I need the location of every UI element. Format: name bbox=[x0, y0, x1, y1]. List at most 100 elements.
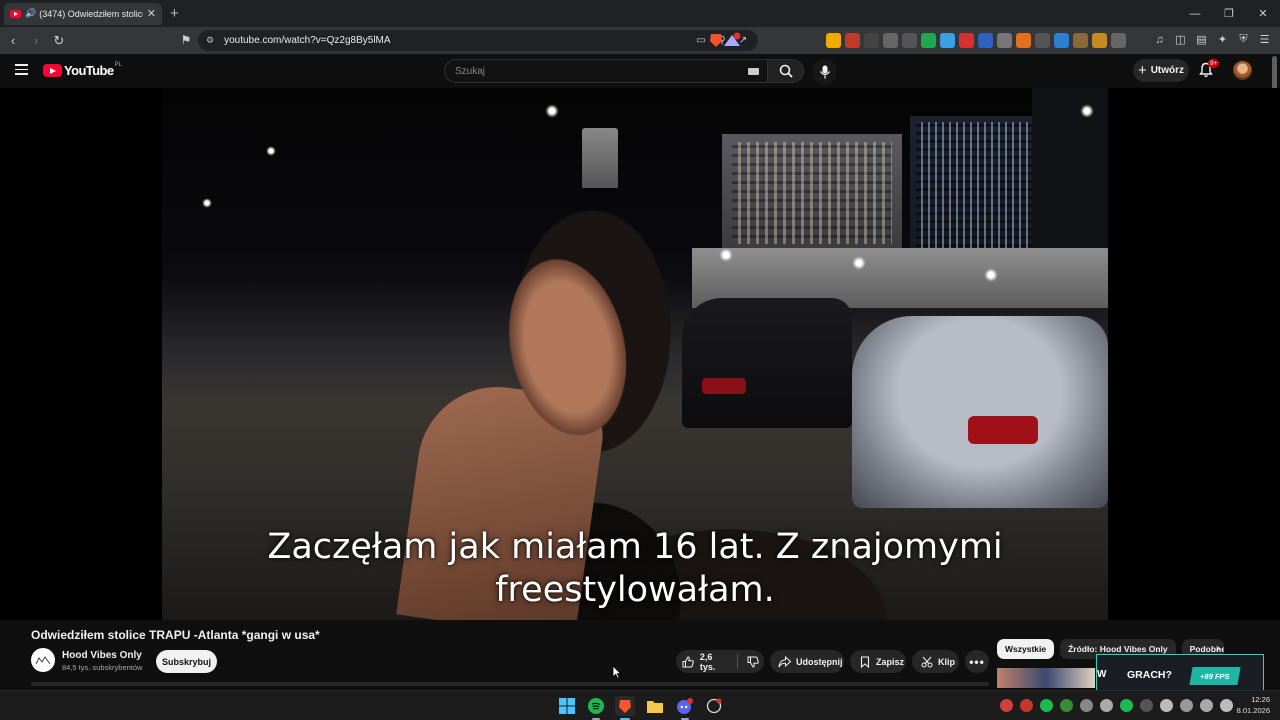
scissors-icon bbox=[920, 655, 933, 668]
extension-icon[interactable] bbox=[902, 33, 917, 48]
tray-icon[interactable] bbox=[1000, 699, 1013, 712]
create-button[interactable]: + Utwórz bbox=[1133, 59, 1189, 82]
extension-icon[interactable] bbox=[1054, 33, 1069, 48]
address-bar[interactable]: ⚙ youtube.com/watch?v=Qz2g8By5lMA ▭ ⚲ ↗ bbox=[198, 30, 758, 51]
restore-icon[interactable]: ❐ bbox=[1212, 0, 1246, 27]
menu-icon[interactable]: ☰ bbox=[1257, 32, 1272, 47]
tray-icon[interactable] bbox=[1120, 699, 1133, 712]
tray-icon[interactable] bbox=[1020, 699, 1033, 712]
tray-icon[interactable] bbox=[1040, 699, 1053, 712]
tab-title: (3474) Odwiedziłem stolice TRAPU -Atlant… bbox=[39, 8, 143, 19]
notifications-button[interactable]: 9+ bbox=[1199, 59, 1220, 80]
keyboard-icon[interactable] bbox=[748, 68, 759, 75]
cast-icon[interactable]: ▭ bbox=[694, 33, 708, 47]
save-button[interactable]: Zapisz bbox=[850, 650, 906, 673]
channel-name[interactable]: Hood Vibes Only bbox=[62, 650, 142, 661]
tray-icon[interactable] bbox=[1160, 699, 1173, 712]
voice-search-button[interactable] bbox=[812, 59, 837, 84]
taskbar-file-explorer[interactable] bbox=[645, 696, 665, 716]
tray-icon[interactable] bbox=[1220, 699, 1233, 712]
minimize-icon[interactable]: — bbox=[1178, 0, 1212, 27]
extension-icon[interactable] bbox=[883, 33, 898, 48]
recommended-video-thumbnail[interactable] bbox=[997, 668, 1095, 688]
media-icon[interactable]: ♫ bbox=[1152, 32, 1167, 47]
extension-icon[interactable] bbox=[997, 33, 1012, 48]
leo-ai-icon[interactable]: ✦ bbox=[1215, 32, 1230, 47]
video-scene-car bbox=[852, 316, 1108, 508]
start-button[interactable] bbox=[557, 696, 577, 716]
extension-icon[interactable] bbox=[921, 33, 936, 48]
video-scene-light bbox=[545, 104, 559, 118]
share-button[interactable]: Udostępnij bbox=[770, 650, 844, 673]
extension-icon[interactable] bbox=[845, 33, 860, 48]
video-scene-building bbox=[722, 134, 902, 252]
bookmark-icon[interactable]: ⚑ bbox=[178, 32, 194, 48]
wallet-icon[interactable]: ▤ bbox=[1194, 32, 1209, 47]
system-clock[interactable]: 12:26 8.01.2026 bbox=[1237, 694, 1270, 716]
search-button[interactable] bbox=[768, 59, 804, 83]
youtube-play-icon bbox=[43, 64, 62, 77]
taskbar-discord[interactable] bbox=[675, 696, 695, 720]
extension-icon[interactable] bbox=[1111, 33, 1126, 48]
taskbar-app[interactable] bbox=[704, 696, 724, 716]
speaker-icon[interactable]: 🔊 bbox=[25, 8, 36, 19]
chips-next-icon[interactable]: › bbox=[1216, 641, 1220, 655]
share-label: Udostępnij bbox=[796, 656, 843, 667]
like-button[interactable] bbox=[682, 655, 695, 668]
extension-icon[interactable] bbox=[1073, 33, 1088, 48]
video-player[interactable]: Zaczęłam jak miałam 16 lat. Z znajomymi … bbox=[0, 88, 1280, 620]
vpn-shield-icon[interactable]: ⛨ bbox=[1236, 32, 1251, 47]
brave-shields-icon[interactable] bbox=[708, 32, 742, 48]
back-icon[interactable]: ‹ bbox=[3, 31, 23, 51]
taskbar-brave[interactable] bbox=[615, 696, 635, 720]
spotify-icon bbox=[588, 698, 604, 714]
browser-menu-icons: ♫ ◫ ▤ ✦ ⛨ ☰ bbox=[1152, 32, 1272, 47]
clip-label: Klip bbox=[938, 656, 955, 667]
extension-icon[interactable] bbox=[1035, 33, 1050, 48]
subscribe-button[interactable]: Subskrybuj bbox=[156, 650, 217, 673]
tray-icon[interactable] bbox=[1060, 699, 1073, 712]
extension-icon[interactable] bbox=[940, 33, 955, 48]
chip-all[interactable]: Wszystkie bbox=[997, 639, 1055, 659]
url-text[interactable]: youtube.com/watch?v=Qz2g8By5lMA bbox=[224, 35, 390, 46]
extension-icon[interactable] bbox=[1092, 33, 1107, 48]
search-input[interactable] bbox=[455, 65, 735, 77]
more-actions-button[interactable]: ••• bbox=[965, 650, 989, 673]
tray-icon[interactable] bbox=[1140, 699, 1153, 712]
reload-icon[interactable]: ↻ bbox=[49, 31, 69, 51]
tray-icon[interactable] bbox=[1180, 699, 1193, 712]
tray-icon[interactable] bbox=[1200, 699, 1213, 712]
channel-avatar[interactable] bbox=[31, 648, 55, 672]
guide-menu-icon[interactable] bbox=[15, 64, 28, 75]
description-box[interactable] bbox=[31, 682, 989, 686]
account-avatar[interactable] bbox=[1233, 61, 1252, 80]
video-title: Odwiedziłem stolice TRAPU -Atlanta *gang… bbox=[31, 628, 320, 642]
video-scene-light bbox=[984, 268, 998, 282]
share-icon bbox=[778, 655, 791, 668]
new-tab-button[interactable]: + bbox=[170, 6, 179, 21]
video-subtitles: Zaczęłam jak miałam 16 lat. Z znajomymi … bbox=[162, 526, 1108, 612]
extension-icon[interactable] bbox=[978, 33, 993, 48]
site-info-icon[interactable]: ⚙ bbox=[206, 35, 214, 46]
tray-icon[interactable] bbox=[1100, 699, 1113, 712]
close-window-icon[interactable]: ✕ bbox=[1246, 0, 1280, 27]
close-tab-icon[interactable]: ✕ bbox=[147, 7, 156, 20]
sidebar-icon[interactable]: ◫ bbox=[1173, 32, 1188, 47]
dislike-button[interactable] bbox=[746, 655, 759, 668]
extension-icon[interactable] bbox=[864, 33, 879, 48]
extension-icon[interactable] bbox=[959, 33, 974, 48]
search-box bbox=[444, 59, 768, 83]
like-count[interactable]: 2,6 tys. bbox=[700, 652, 730, 672]
youtube-logo[interactable]: YouTube PL bbox=[43, 62, 122, 78]
extension-icon[interactable] bbox=[826, 33, 841, 48]
tray-icon[interactable] bbox=[1080, 699, 1093, 712]
forward-icon[interactable]: › bbox=[26, 31, 46, 51]
video-scene-light bbox=[266, 146, 276, 156]
subtitle-line: freestylowałam. bbox=[495, 570, 775, 610]
extension-icon[interactable] bbox=[1016, 33, 1031, 48]
windows-icon bbox=[559, 698, 575, 714]
extensions-row bbox=[826, 33, 1126, 48]
taskbar-spotify[interactable] bbox=[586, 696, 606, 720]
clip-button[interactable]: Klip bbox=[912, 650, 959, 673]
browser-tab[interactable]: 🔊 (3474) Odwiedziłem stolice TRAPU -Atla… bbox=[4, 2, 162, 25]
